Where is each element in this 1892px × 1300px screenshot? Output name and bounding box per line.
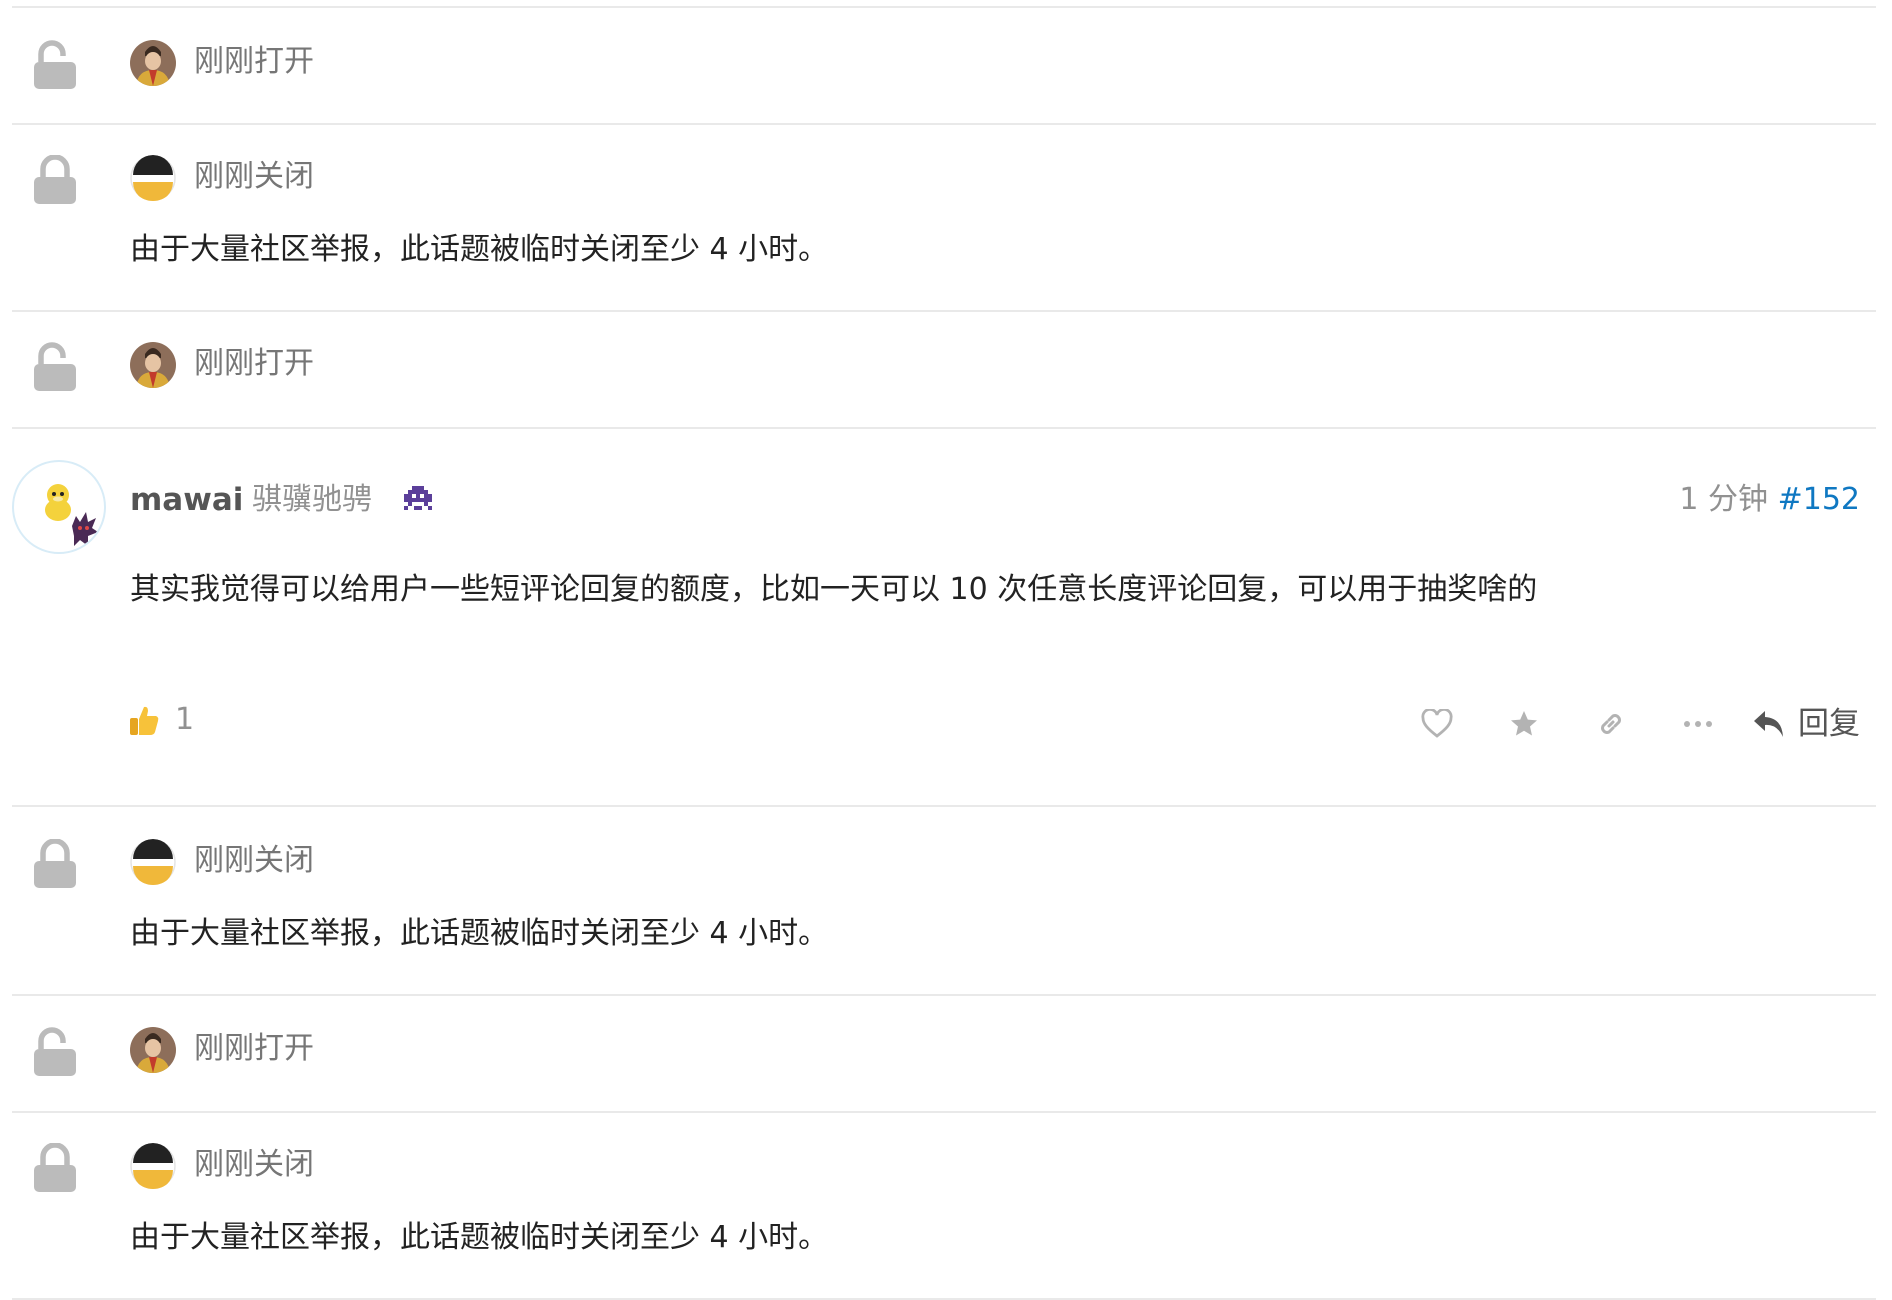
topic-opened-event: 刚刚打开 [12, 8, 1876, 123]
username[interactable]: mawai [130, 482, 243, 518]
post-body: 其实我觉得可以给用户一些短评论回复的额度，比如一天可以 10 次任意长度评论回复… [130, 572, 1538, 607]
topic-closed-event: 刚刚关闭 由于大量社区举报，此话题被临时关闭至少 4 小时。 [12, 125, 1876, 310]
event-label: 刚刚关闭 [194, 1147, 314, 1182]
reaction-button[interactable]: 1 [127, 702, 194, 738]
system-avatar[interactable] [130, 155, 176, 201]
divider [12, 427, 1876, 429]
share-button[interactable] [1581, 704, 1641, 744]
heart-icon [1421, 709, 1453, 738]
topic-closed-event: 刚刚关闭 由于大量社区举报，此话题被临时关闭至少 4 小时。 [12, 807, 1876, 994]
event-label: 刚刚打开 [194, 1031, 314, 1066]
topic-opened-event: 刚刚打开 [12, 996, 1876, 1111]
event-label: 刚刚关闭 [194, 159, 314, 194]
event-message: 由于大量社区举报，此话题被临时关闭至少 4 小时。 [130, 1220, 829, 1255]
reply-label: 回复 [1798, 706, 1860, 742]
bookmark-button[interactable] [1494, 704, 1554, 744]
post-number-link[interactable]: #152 [1778, 482, 1860, 517]
event-label: 刚刚关闭 [194, 843, 314, 878]
topic-closed-event: 刚刚关闭 由于大量社区举报，此话题被临时关闭至少 4 小时。 [12, 1113, 1876, 1298]
event-label: 刚刚打开 [194, 346, 314, 381]
event-label: 刚刚打开 [194, 44, 314, 79]
system-avatar[interactable] [130, 839, 176, 885]
reply-arrow-icon [1754, 711, 1783, 737]
system-avatar[interactable] [130, 1143, 176, 1189]
lock-icon [34, 155, 76, 204]
post-152: mawai 骐骥驰骋 1 分钟 #152 其实我觉得可以给用户一些短评论回复的额… [12, 460, 1876, 805]
post-actions: 回复 [1380, 704, 1860, 744]
topic-opened-event: 刚刚打开 [12, 312, 1876, 428]
lock-icon [34, 839, 76, 888]
event-message: 由于大量社区举报，此话题被临时关闭至少 4 小时。 [130, 916, 829, 951]
reaction-count: 1 [175, 702, 195, 737]
user-avatar[interactable] [12, 460, 106, 554]
unlock-icon [34, 342, 76, 391]
reply-button[interactable]: 回复 [1752, 706, 1860, 742]
star-icon [1511, 711, 1537, 736]
post-date[interactable]: 1 分钟 #152 [1679, 482, 1860, 518]
emperor-avatar[interactable] [130, 342, 176, 388]
ellipsis-icon [1684, 721, 1712, 727]
link-icon [1601, 714, 1621, 734]
lock-icon [34, 1143, 76, 1192]
unlock-icon [34, 40, 76, 89]
post-time-ago: 1 分钟 [1679, 482, 1769, 517]
thumbs-up-icon [130, 706, 159, 735]
space-invader-icon [404, 486, 432, 510]
like-button[interactable] [1407, 704, 1467, 744]
event-message: 由于大量社区举报，此话题被临时关闭至少 4 小时。 [130, 232, 829, 267]
emperor-avatar[interactable] [130, 40, 176, 86]
emperor-avatar[interactable] [130, 1027, 176, 1073]
user-title: 骐骥驰骋 [252, 482, 372, 517]
more-button[interactable] [1668, 704, 1728, 744]
unlock-icon [34, 1027, 76, 1076]
